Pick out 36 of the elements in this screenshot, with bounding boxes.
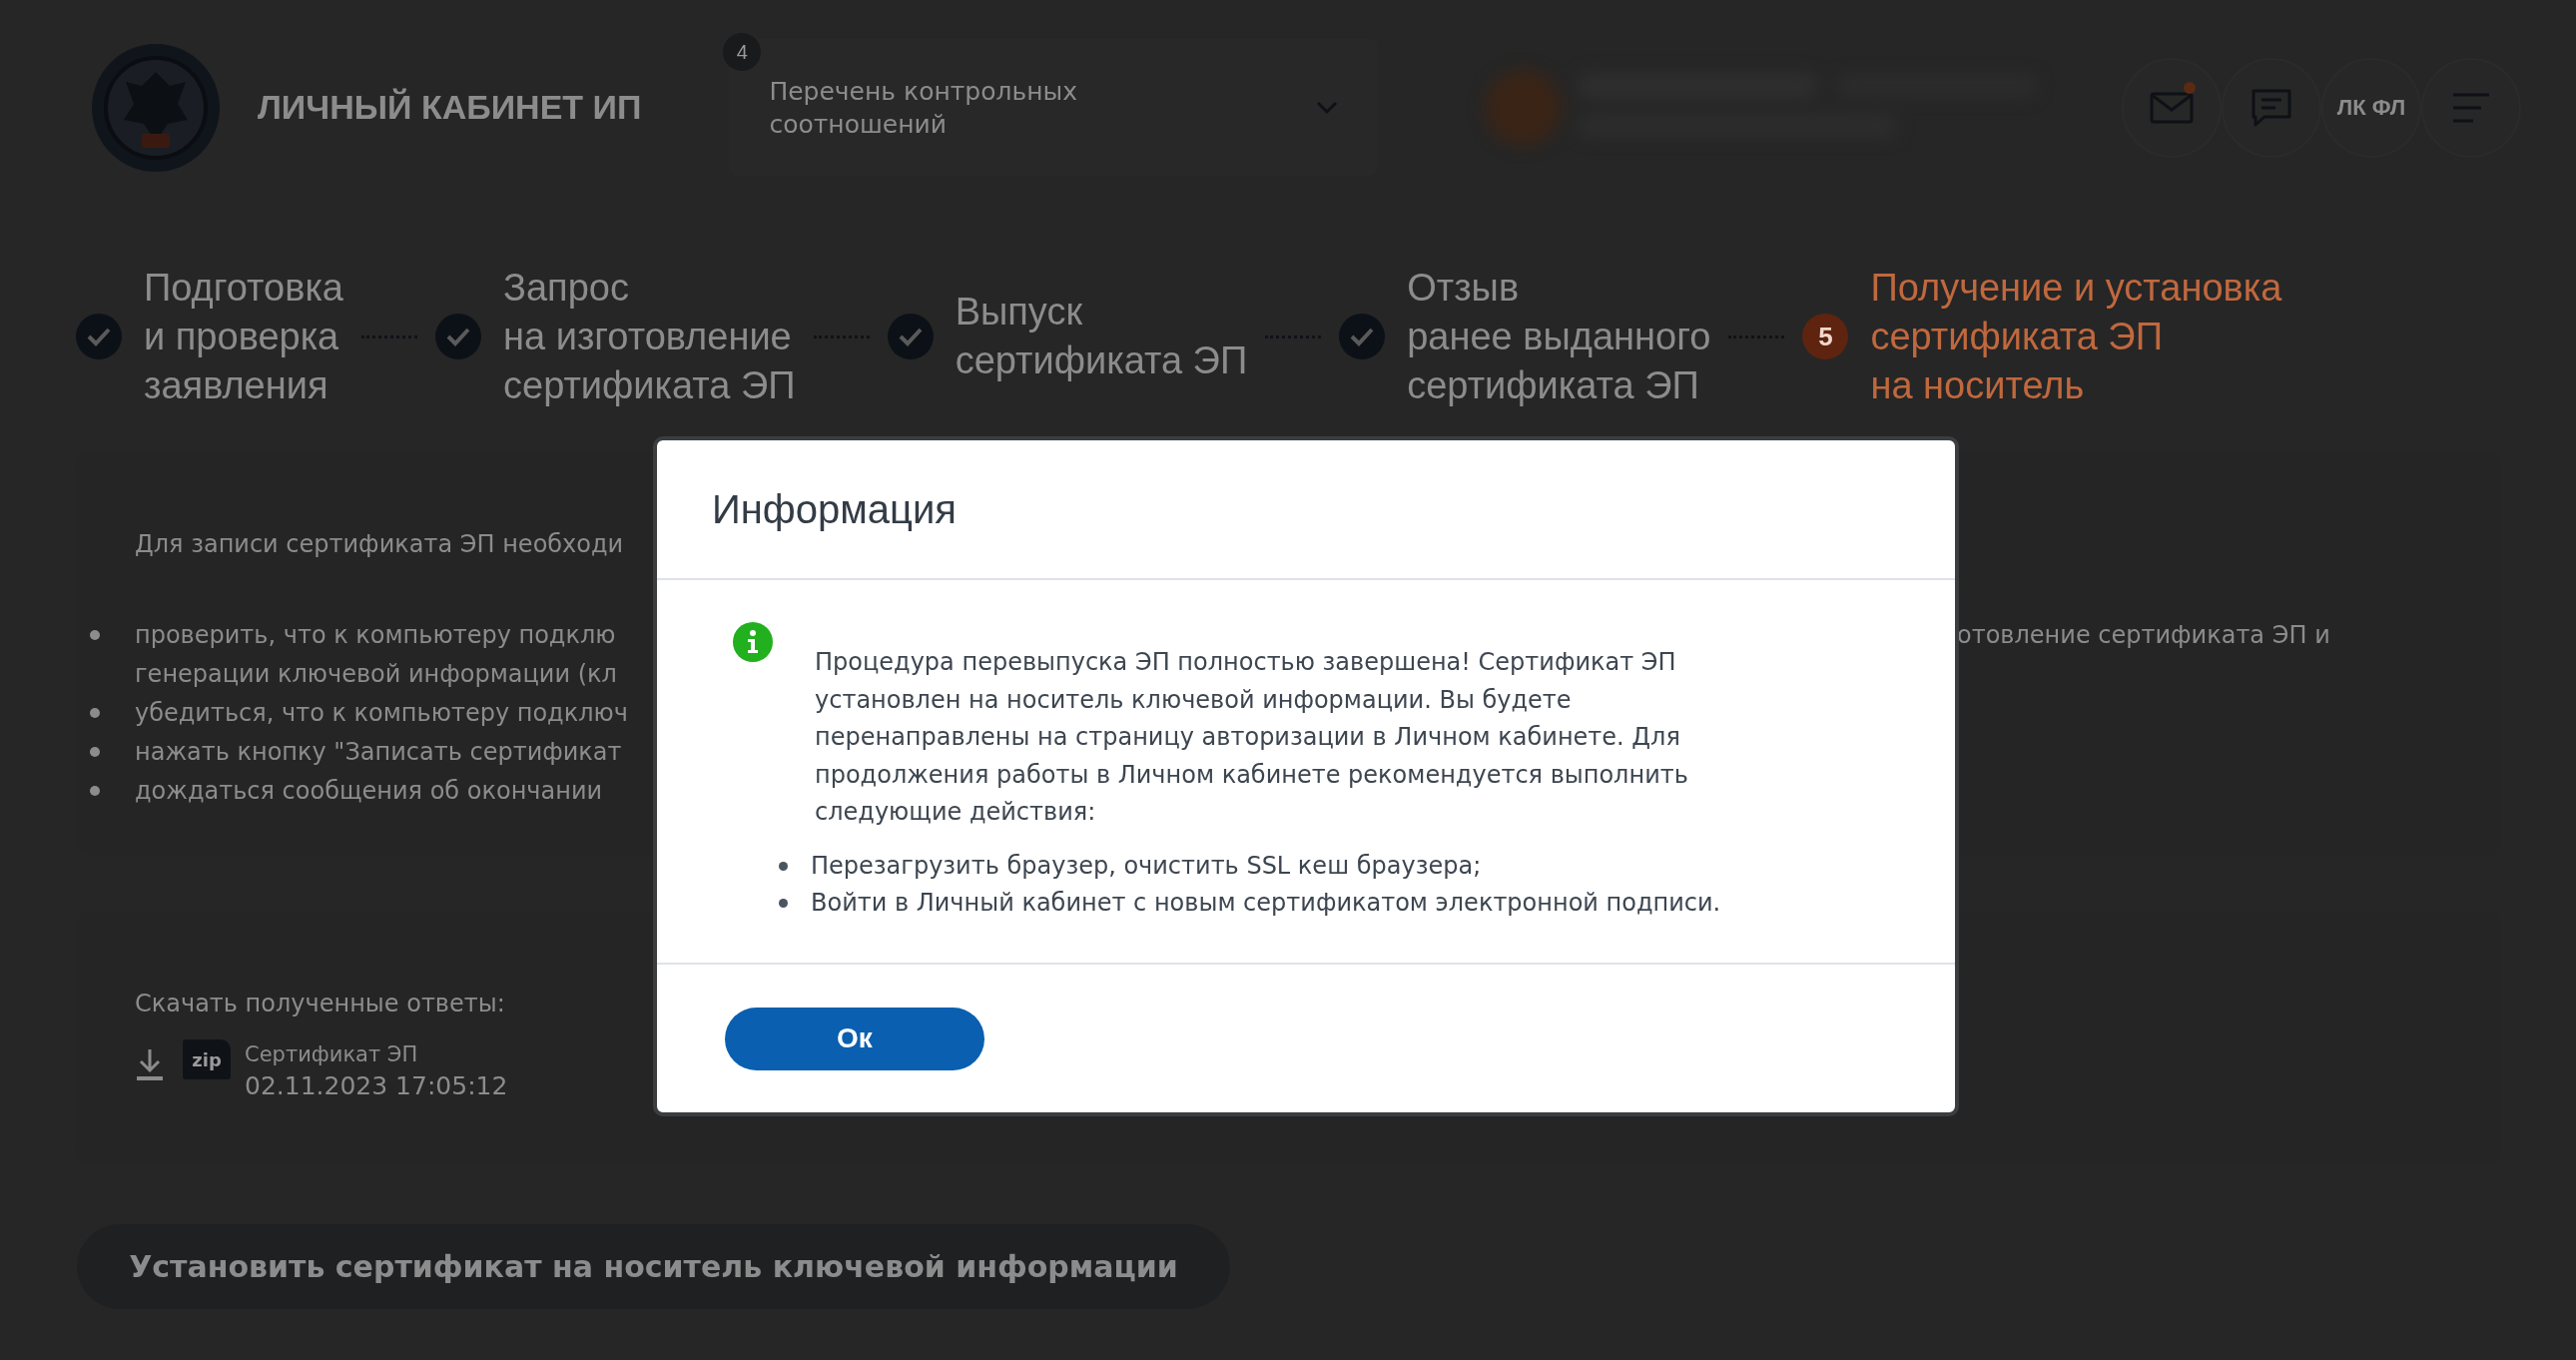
notification-badge: 4 xyxy=(723,33,762,71)
envelope-icon xyxy=(2150,91,2194,124)
downloads-heading: Скачать полученные ответы: xyxy=(135,990,506,1018)
step-label: Отзыв ранее выданного сертификата ЭП xyxy=(1407,265,1711,408)
bullet-icon xyxy=(90,708,100,718)
step-label: Получение и установка сертификата ЭП на носитель xyxy=(1870,265,2282,408)
step-label: Выпуск сертификата ЭП xyxy=(955,290,1248,383)
dialog-action-item: Перезагрузить браузер, очистить SSL кеш браузера; xyxy=(811,850,1482,882)
bullet-icon xyxy=(90,747,100,757)
instruction-item: нажать кнопку "Записать сертификат xyxy=(135,737,622,768)
chat-icon xyxy=(2251,87,2292,128)
file-name[interactable]: Сертификат ЭП xyxy=(245,1039,508,1069)
info-icon xyxy=(733,622,773,662)
emblem-icon xyxy=(90,41,222,174)
step-label: Подготовка и проверка заявления xyxy=(144,265,343,408)
file-type-icon: zip xyxy=(183,1039,231,1079)
cabinet-title: ЛИЧНЫЙ КАБИНЕТ ИП xyxy=(258,88,642,127)
menu-icon xyxy=(2451,91,2491,124)
instruction-item: дождаться сообщения об окончании xyxy=(135,776,603,807)
bullet-icon xyxy=(90,630,100,640)
profile-switch-button[interactable]: ЛК ФЛ xyxy=(2321,57,2421,158)
dialog-message: Процедура перевыпуска ЭП полностью завершена! Сертификат ЭП установлен на носитель ключевой информации. Вы будете перенаправлены на страницу авторизации в Личном кабинете. Для продолжения работы в Личном кабинете рекомендуется выполнить следующие действия: xyxy=(815,647,1689,828)
instruction-text: Для записи сертификата ЭП необходи xyxy=(135,529,624,560)
ok-button[interactable]: Ок xyxy=(725,1007,984,1070)
bullet-icon xyxy=(779,861,788,871)
dialog-action-item: Войти в Личный кабинет с новым сертификатом электронной подписи. xyxy=(811,888,1721,919)
step-number: 5 xyxy=(1802,314,1849,359)
instruction-item: отовление сертификата ЭП и xyxy=(1957,620,2331,651)
file-date: 02.11.2023 17:05:12 xyxy=(245,1070,508,1102)
step-label: Запрос на изготовление сертификата ЭП xyxy=(503,265,796,408)
bullet-icon xyxy=(90,786,100,796)
dialog-title: Информация xyxy=(657,440,1955,580)
bullet-icon xyxy=(779,899,788,909)
chevron-down-icon xyxy=(1316,100,1339,115)
download-icon[interactable] xyxy=(135,1047,165,1081)
instruction-item: убедиться, что к компьютеру подключ xyxy=(135,698,628,729)
